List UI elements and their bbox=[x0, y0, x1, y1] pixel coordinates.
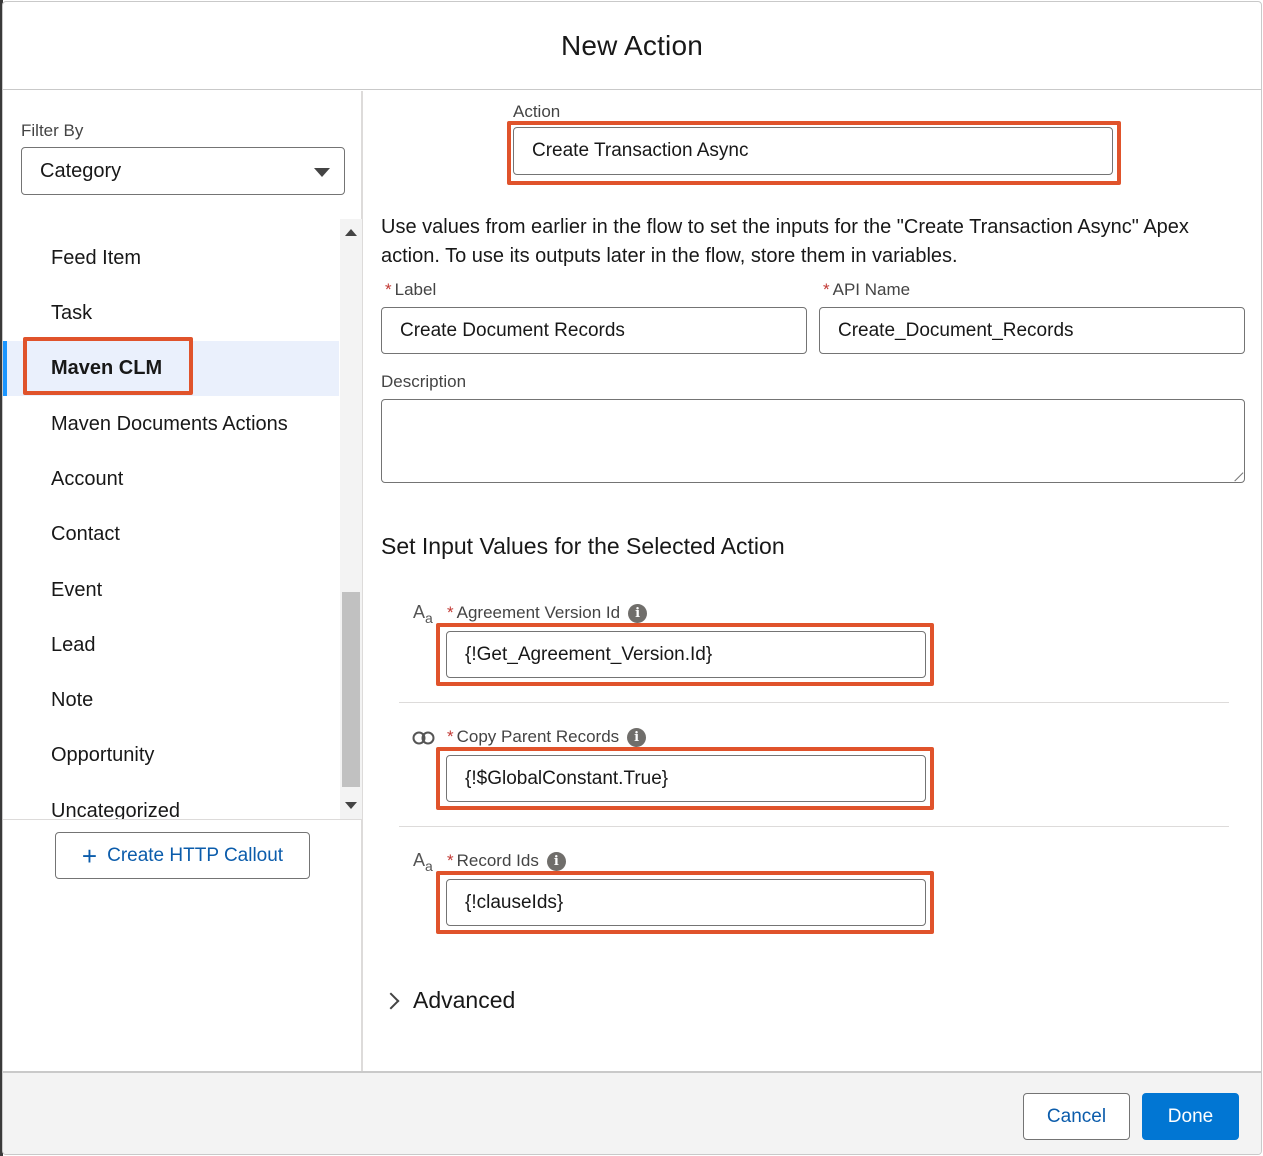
required-mark: * bbox=[447, 727, 454, 746]
category-label: Lead bbox=[51, 634, 96, 656]
divider bbox=[399, 826, 1229, 827]
category-panel: Filter By Category Feed Item Task Maven … bbox=[3, 91, 363, 1071]
category-label: Task bbox=[51, 302, 93, 324]
input-label-text: Record Ids bbox=[456, 851, 539, 870]
cancel-button[interactable]: Cancel bbox=[1023, 1093, 1130, 1140]
category-item-task[interactable]: Task bbox=[3, 286, 339, 341]
boolean-type-icon bbox=[412, 731, 436, 745]
category-item-lead[interactable]: Lead bbox=[3, 618, 339, 673]
category-label: Feed Item bbox=[51, 247, 142, 269]
plus-icon: + bbox=[81, 840, 98, 871]
filter-by-select[interactable]: Category bbox=[21, 147, 345, 195]
scroll-thumb[interactable] bbox=[342, 592, 360, 787]
input-label-text: Agreement Version Id bbox=[456, 603, 621, 622]
category-item-maven-documents-actions[interactable]: Maven Documents Actions bbox=[3, 397, 339, 452]
resize-handle-icon[interactable] bbox=[1226, 464, 1244, 482]
category-label: Uncategorized bbox=[51, 800, 180, 819]
scroll-down-icon[interactable] bbox=[345, 802, 357, 809]
category-item-event[interactable]: Event bbox=[3, 563, 339, 618]
modal-header: New Action bbox=[3, 2, 1261, 90]
required-mark: * bbox=[447, 603, 454, 622]
api-name-value: Create_Document_Records bbox=[838, 319, 1074, 341]
category-item-note[interactable]: Note bbox=[3, 673, 339, 728]
input-label-text: Copy Parent Records bbox=[456, 727, 620, 746]
inputs-section-title: Set Input Values for the Selected Action bbox=[381, 533, 785, 559]
modal-title: New Action bbox=[560, 29, 704, 61]
divider bbox=[399, 702, 1229, 703]
description-label: Description bbox=[381, 372, 467, 391]
category-label: Event bbox=[51, 579, 103, 601]
agreement-version-id-label: * Agreement Version Id i bbox=[447, 603, 648, 624]
category-item-contact[interactable]: Contact bbox=[3, 507, 339, 562]
advanced-toggle[interactable]: Advanced bbox=[382, 987, 516, 1014]
action-highlight bbox=[507, 121, 1121, 185]
chevron-right-icon bbox=[382, 992, 400, 1009]
create-http-callout-label: Create HTTP Callout bbox=[107, 844, 284, 866]
new-action-modal: New Action Filter By Category Feed Item … bbox=[2, 1, 1262, 1155]
action-label: Action bbox=[513, 102, 561, 121]
copy-parent-records-label: * Copy Parent Records i bbox=[447, 727, 647, 748]
copy-parent-records-highlight bbox=[436, 747, 934, 810]
info-icon[interactable]: i bbox=[628, 604, 648, 624]
label-value: Create Document Records bbox=[400, 319, 625, 341]
category-item-account[interactable]: Account bbox=[3, 452, 339, 507]
category-label: Account bbox=[51, 468, 124, 490]
category-item-feed-item[interactable]: Feed Item bbox=[3, 231, 339, 286]
category-label: Opportunity bbox=[51, 744, 155, 766]
filter-by-value: Category bbox=[40, 159, 122, 182]
required-mark: * bbox=[385, 280, 392, 299]
agreement-version-highlight bbox=[436, 623, 934, 686]
info-icon[interactable]: i bbox=[627, 728, 647, 748]
label-field-text: Label bbox=[394, 280, 437, 299]
text-type-icon: Aa bbox=[413, 602, 433, 626]
api-name-field-label: * API Name bbox=[823, 280, 910, 300]
description-textarea[interactable] bbox=[381, 399, 1245, 483]
advanced-label: Advanced bbox=[413, 987, 516, 1013]
required-mark: * bbox=[823, 280, 830, 299]
divider bbox=[3, 819, 363, 820]
label-input[interactable]: Create Document Records bbox=[381, 307, 807, 354]
category-label: Maven Documents Actions bbox=[51, 413, 288, 435]
scroll-up-icon[interactable] bbox=[345, 229, 357, 236]
filter-by-label: Filter By bbox=[21, 121, 84, 140]
category-item-opportunity[interactable]: Opportunity bbox=[3, 728, 339, 783]
record-ids-label: * Record Ids i bbox=[447, 851, 566, 872]
api-name-field-text: API Name bbox=[832, 280, 911, 299]
modal-footer: Cancel Done bbox=[3, 1071, 1261, 1154]
record-ids-highlight bbox=[436, 871, 934, 934]
text-type-icon: Aa bbox=[413, 850, 433, 874]
action-config-panel: Action Create Transaction Async Use valu… bbox=[365, 91, 1261, 1071]
info-icon[interactable]: i bbox=[546, 852, 566, 872]
label-field-label: * Label bbox=[385, 280, 436, 300]
category-list: Feed Item Task Maven CLM Maven Documents… bbox=[3, 219, 339, 819]
category-label: Contact bbox=[51, 523, 120, 545]
maven-clm-highlight bbox=[23, 337, 193, 395]
required-mark: * bbox=[447, 851, 454, 870]
category-item-uncategorized[interactable]: Uncategorized bbox=[3, 784, 339, 819]
done-button[interactable]: Done bbox=[1142, 1093, 1239, 1140]
api-name-input[interactable]: Create_Document_Records bbox=[819, 307, 1245, 354]
category-label: Note bbox=[51, 689, 94, 711]
category-scrollbar[interactable] bbox=[340, 219, 362, 819]
caret-down-icon bbox=[314, 168, 330, 177]
create-http-callout-button[interactable]: + Create HTTP Callout bbox=[55, 832, 310, 879]
help-text: Use values from earlier in the flow to s… bbox=[381, 216, 1189, 267]
